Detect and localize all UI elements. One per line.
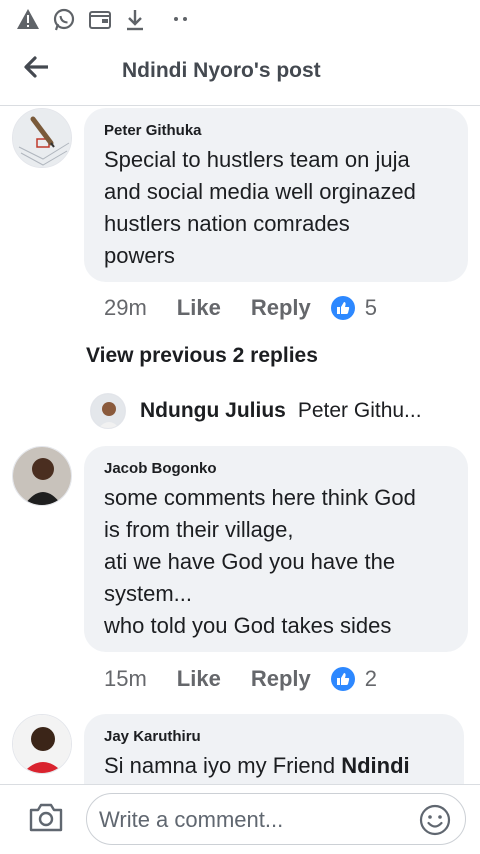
comment-actions: 29m Like Reply 5 (104, 293, 377, 323)
comment-input[interactable]: Write a comment... (86, 793, 466, 845)
comment-author[interactable]: Peter Githuka (104, 122, 202, 139)
comment-actions: 15m Like Reply 2 (104, 664, 377, 694)
comment-bubble[interactable]: Peter Githuka Special to hustlers team o… (84, 108, 468, 282)
comment-line: system... (104, 581, 193, 606)
comment-line: powers (104, 243, 175, 268)
camera-icon (28, 801, 64, 838)
comment-line: some comments here think God (104, 485, 416, 510)
comment-bubble[interactable]: Jacob Bogonko some comments here think G… (84, 446, 468, 652)
mention-link[interactable]: Ndindi (341, 753, 409, 778)
comment-composer: Write a comment... (0, 784, 480, 854)
more-dots-icon (172, 12, 190, 30)
emoji-icon[interactable] (419, 804, 451, 836)
comment-author[interactable]: Jay Karuthiru (104, 728, 201, 745)
arrow-left-icon (22, 55, 50, 84)
like-button[interactable]: Like (177, 666, 221, 692)
comment-line: Special to hustlers team on juja (104, 147, 410, 172)
reply-preview[interactable]: Ndungu Julius Peter Githu... (90, 392, 422, 430)
comment-time: 29m (104, 295, 147, 320)
camera-button[interactable] (26, 801, 66, 837)
reaction-count[interactable]: 2 (365, 666, 377, 692)
reply-button[interactable]: Reply (251, 295, 311, 321)
comment-author[interactable]: Jacob Bogonko (104, 460, 217, 477)
reply-button[interactable]: Reply (251, 666, 311, 692)
avatar-jay-karuthiru[interactable] (12, 714, 72, 774)
thumbs-up-icon[interactable] (330, 667, 355, 691)
download-icon (124, 8, 146, 37)
page-title: Ndindi Nyoro's post (122, 59, 321, 82)
comment-time: 15m (104, 666, 147, 691)
warning-icon (16, 8, 40, 35)
wallet-icon (88, 8, 112, 35)
comment-line: who told you God takes sides (104, 613, 392, 638)
comment-line: and social media well orginazed (104, 179, 416, 204)
comment-line: is from their village, (104, 517, 294, 542)
comment-text: Special to hustlers team on juja and soc… (104, 144, 416, 272)
comment-line: ati we have God you have the (104, 549, 396, 574)
back-button[interactable] (18, 54, 54, 84)
avatar-ndungu-julius (90, 393, 126, 429)
view-previous-replies-link[interactable]: View previous 2 replies (86, 344, 318, 368)
comment-text: some comments here think God is from the… (104, 482, 416, 642)
comment-input-placeholder: Write a comment... (99, 807, 284, 832)
status-bar (0, 0, 480, 38)
reply-snippet: Peter Githu... (297, 399, 422, 422)
comment-text: Si namna iyo my Friend Ndindi (104, 750, 410, 782)
app-header: Ndindi Nyoro's post (0, 40, 480, 106)
whatsapp-icon (52, 8, 76, 37)
avatar-jacob-bogonko[interactable] (12, 446, 72, 506)
reaction-count[interactable]: 5 (365, 295, 377, 321)
reply-author: Ndungu Julius (140, 399, 286, 422)
comment-line: hustlers nation comrades (104, 211, 350, 236)
thumbs-up-icon[interactable] (330, 296, 355, 320)
avatar-peter-githuka[interactable] (12, 108, 72, 168)
comment-text-plain: Si namna iyo my Friend (104, 753, 342, 778)
like-button[interactable]: Like (177, 295, 221, 321)
